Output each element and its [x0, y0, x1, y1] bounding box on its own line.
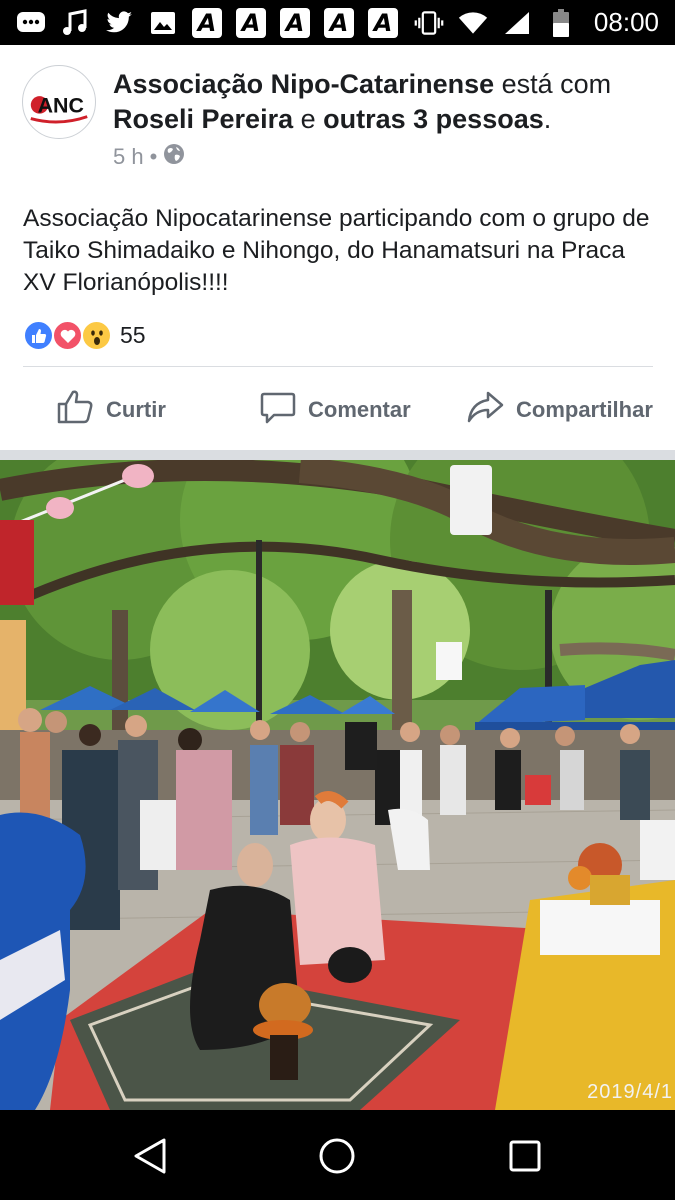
share-icon — [466, 389, 504, 431]
post-header: Associação Nipo-Catarinense está com Ros… — [113, 67, 658, 137]
avatar[interactable]: ANC — [22, 65, 96, 139]
comment-label: Comentar — [308, 397, 411, 422]
twitter-icon — [104, 9, 134, 37]
post-body: Associação Nipocatarinense participando … — [23, 205, 650, 296]
a-app-icon: A — [324, 7, 354, 38]
like-reaction-icon — [23, 320, 54, 351]
vibrate-icon — [414, 9, 444, 37]
music-icon — [60, 8, 90, 37]
globe-icon — [163, 143, 185, 171]
action-bar: Curtir Comentar Compartilhar — [0, 385, 675, 435]
comment-icon — [260, 389, 296, 431]
android-nav-bar — [0, 1110, 675, 1200]
with-text: está com — [494, 69, 612, 99]
recents-icon[interactable] — [503, 1134, 547, 1178]
and-text: e — [293, 104, 324, 134]
back-icon[interactable] — [128, 1134, 172, 1178]
period: . — [543, 104, 552, 134]
status-bar: A A A A A 08:00 — [0, 0, 675, 45]
home-icon[interactable] — [315, 1134, 359, 1178]
author-name[interactable]: Associação Nipo-Catarinense — [113, 69, 494, 99]
like-label: Curtir — [106, 397, 166, 422]
a-app-icon: A — [280, 7, 310, 38]
post-meta: 5 h • — [113, 143, 185, 171]
battery-icon — [546, 8, 576, 37]
comment-button[interactable]: Comentar — [260, 389, 411, 431]
a-app-icon: A — [192, 7, 222, 38]
reactions-summary[interactable]: 55 — [23, 320, 146, 351]
image-icon — [148, 9, 178, 37]
wifi-icon — [458, 9, 488, 37]
a-app-icon: A — [368, 7, 398, 38]
photo-date-stamp: 2019/4/1 — [587, 1081, 673, 1103]
a-app-icon: A — [236, 7, 266, 38]
post-photo[interactable]: 2019/4/1 — [0, 460, 675, 1110]
divider — [23, 366, 653, 367]
share-button[interactable]: Compartilhar — [466, 389, 653, 431]
chat-icon — [16, 9, 46, 37]
wow-reaction-icon — [81, 320, 112, 351]
thumbs-up-icon — [56, 389, 94, 431]
signal-icon — [502, 9, 532, 37]
avatar-logo-text: ANC — [38, 94, 84, 118]
reaction-count: 55 — [120, 322, 146, 348]
love-reaction-icon — [52, 320, 83, 351]
feed-separator — [0, 450, 675, 460]
clock: 08:00 — [593, 7, 659, 37]
tagged-person[interactable]: Roseli Pereira — [113, 104, 293, 134]
tagged-others[interactable]: outras 3 pessoas — [323, 104, 544, 134]
meta-separator: • — [149, 144, 158, 169]
system-icons: 08:00 — [414, 7, 659, 38]
notification-icons: A A A A A — [16, 7, 398, 38]
like-button[interactable]: Curtir — [56, 389, 166, 431]
post-card: ANC Associação Nipo-Catarinense está com… — [0, 45, 675, 450]
timestamp[interactable]: 5 h — [113, 144, 144, 170]
share-label: Compartilhar — [516, 397, 653, 422]
